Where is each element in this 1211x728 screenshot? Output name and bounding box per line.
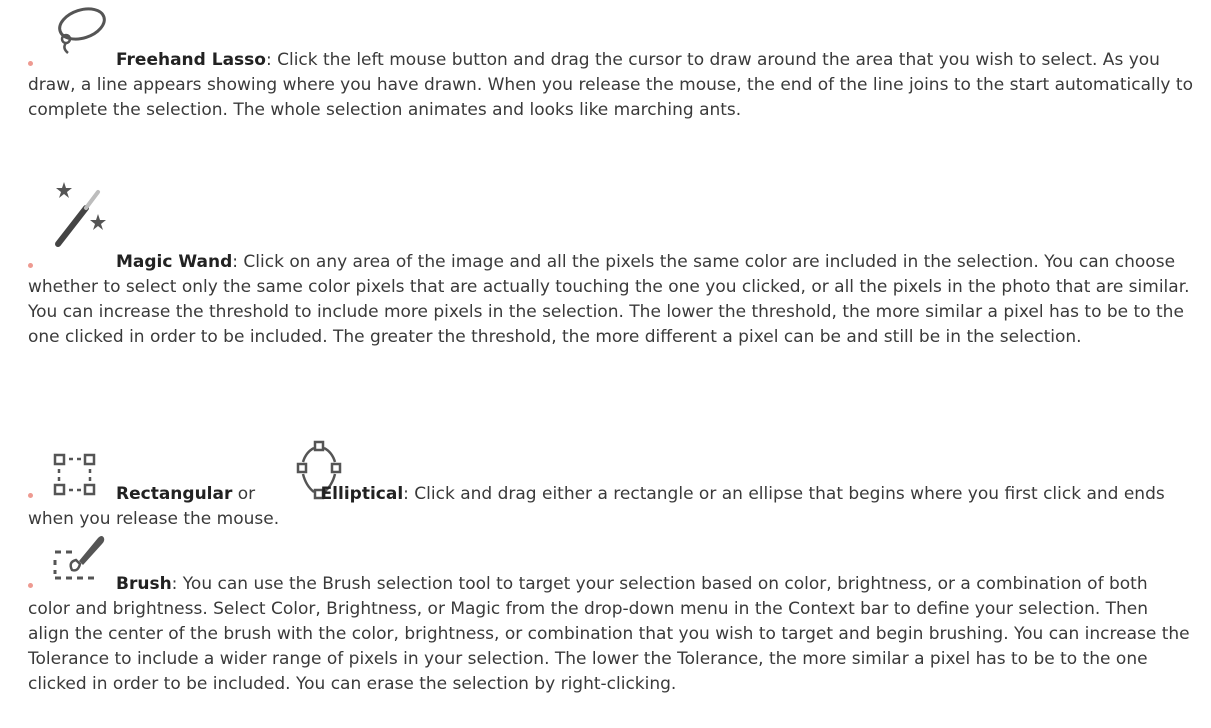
tool-name: Brush [116,574,172,594]
tool-name: Magic Wand [116,252,233,272]
list-item-brush: Brush: You can use the Brush selection t… [28,530,1203,728]
tool-name-2: Elliptical [320,484,404,504]
tool-name: Freehand Lasso [116,50,266,70]
list-item-magic-wand: Magic Wand: Click on any area of the ima… [28,176,1203,426]
lasso-icon [58,7,106,54]
magic-wand-icon [55,182,106,247]
tool-name: Rectangular [116,484,233,504]
tool-description: : You can use the Brush selection tool t… [28,574,1190,694]
connector-text: or [232,484,261,504]
list-item-freehand-lasso: Freehand Lasso: Click the left mouse but… [28,0,1203,140]
list-item-rectangular-elliptical: Rectangular or Elliptical: Click and dra… [28,440,1203,530]
